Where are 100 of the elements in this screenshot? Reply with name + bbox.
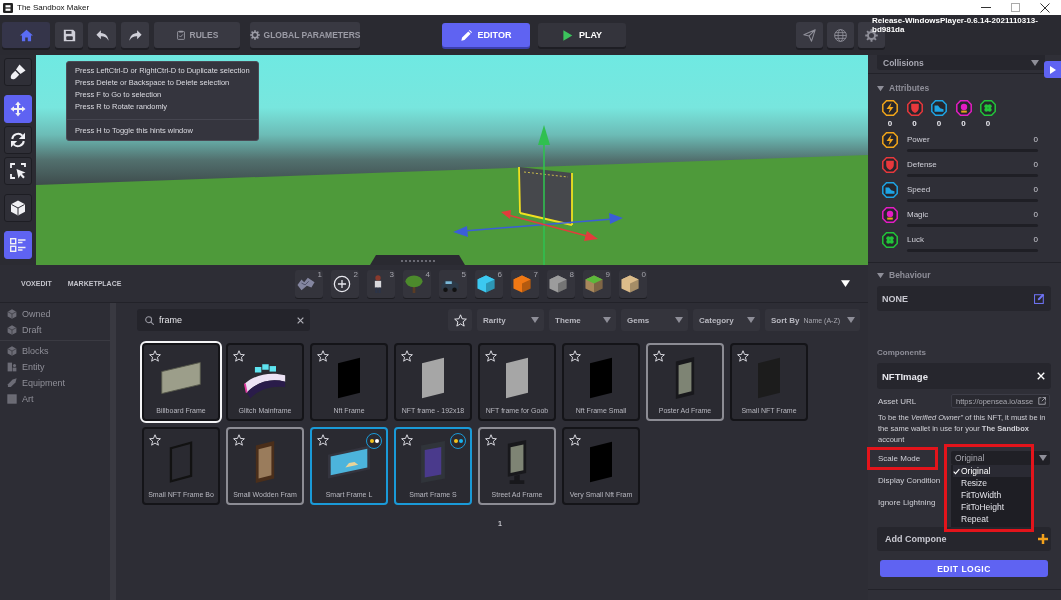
hotbar-slot[interactable]: 0 — [619, 269, 647, 298]
caret-down-icon — [1031, 58, 1039, 67]
attribute-value: 0 — [912, 119, 917, 129]
edit-icon[interactable] — [1034, 293, 1045, 304]
hotbar-slot[interactable]: 4 — [403, 269, 431, 298]
save-button[interactable] — [55, 22, 83, 48]
star-icon[interactable] — [233, 434, 245, 446]
attribute-value: 0 — [985, 119, 991, 129]
block-tool-button[interactable] — [4, 194, 32, 222]
star-icon[interactable] — [401, 350, 413, 362]
clipboard-check-icon — [175, 30, 186, 40]
dropdown-option[interactable]: Repeat — [953, 513, 1031, 525]
play-icon — [561, 29, 573, 41]
category-item[interactable]: Draft — [0, 322, 110, 338]
star-icon[interactable] — [569, 434, 581, 446]
paint-tool-button[interactable] — [4, 58, 32, 86]
hotbar-slot[interactable]: 6 — [475, 269, 503, 298]
favorites-filter-button[interactable] — [448, 309, 472, 331]
category-item[interactable]: Blocks — [0, 343, 110, 359]
star-icon[interactable] — [401, 434, 413, 446]
add-icon — [333, 274, 351, 293]
caret-down-icon — [847, 316, 855, 324]
filter-dropdown[interactable]: Category — [693, 309, 760, 331]
dropdown-option[interactable]: FitToWidth — [953, 489, 1031, 501]
paintbrush-icon — [10, 64, 26, 80]
attribute-value: 0 — [1033, 160, 1038, 169]
category-item[interactable]: Art — [0, 391, 110, 407]
hotbar-slot[interactable]: 7 — [511, 269, 539, 298]
filter-dropdown[interactable]: Gems — [621, 309, 688, 331]
tree-thumbnail — [405, 274, 423, 293]
caret-down-icon — [531, 316, 539, 324]
section-title: Attributes — [889, 83, 930, 93]
star-icon[interactable] — [317, 350, 329, 362]
caret-down-icon — [1039, 454, 1047, 462]
search-field[interactable]: frame — [137, 309, 310, 331]
close-icon[interactable] — [1040, 2, 1050, 13]
filter-dropdown[interactable]: Theme — [549, 309, 616, 331]
drag-handle[interactable] — [370, 255, 465, 265]
edit-logic-button[interactable]: EDIT LOGIC — [880, 560, 1048, 577]
move-arrows-icon — [10, 101, 26, 117]
hotbar-slot[interactable]: 5 — [439, 269, 467, 298]
rotate-tool-button[interactable] — [4, 126, 32, 154]
star-icon[interactable] — [233, 350, 245, 362]
play-tab[interactable]: PLAY — [538, 23, 626, 47]
select-tool-button[interactable] — [4, 157, 32, 185]
cube-icon — [10, 200, 26, 216]
star-icon[interactable] — [653, 350, 665, 362]
hotbar-slot[interactable]: 1 — [295, 269, 323, 298]
star-icon[interactable] — [149, 350, 161, 362]
section-title: Behaviour — [889, 270, 931, 280]
star-icon[interactable] — [569, 350, 581, 362]
hotbar-slot[interactable]: 8 — [547, 269, 575, 298]
attribute-name: Luck — [907, 235, 924, 244]
section-label: Components — [877, 347, 927, 359]
star-icon[interactable] — [485, 350, 497, 362]
external-link-icon[interactable] — [1038, 397, 1046, 405]
slot-number: 5 — [461, 270, 466, 279]
collisions-dropdown[interactable]: Collisions — [877, 55, 1045, 70]
rules-button[interactable]: RULES — [154, 22, 240, 48]
add-component-field[interactable]: Add Compone — [877, 527, 1051, 551]
sword-icon — [7, 378, 17, 388]
behaviour-field[interactable]: NONE — [877, 286, 1051, 311]
plus-icon[interactable] — [1038, 534, 1048, 544]
hotbar-slot[interactable]: 2 — [331, 269, 359, 298]
move-tool-button[interactable] — [4, 95, 32, 123]
field-label: Scale Mode — [878, 453, 922, 463]
slot-number: 7 — [533, 270, 538, 279]
send-button[interactable] — [796, 22, 823, 48]
home-button[interactable] — [2, 22, 50, 48]
dropdown-option[interactable]: FitToHeight — [953, 501, 1031, 513]
category-label: Draft — [22, 325, 42, 335]
clear-icon[interactable] — [297, 316, 304, 324]
hints-toggle-button[interactable] — [4, 231, 32, 259]
category-item[interactable]: Entity — [0, 359, 110, 375]
field-label: Display Condition — [878, 475, 942, 485]
category-label: Blocks — [22, 346, 49, 356]
star-icon[interactable] — [149, 434, 161, 446]
global-parameters-button[interactable]: GLOBAL PARAMETERS — [250, 22, 360, 48]
caret-down-icon[interactable] — [841, 279, 850, 288]
category-label: Entity — [22, 362, 45, 372]
star-icon[interactable] — [485, 434, 497, 446]
hotbar-slot[interactable]: 3 — [367, 269, 395, 298]
undo-button[interactable] — [88, 22, 116, 48]
hotbar-slot[interactable]: 9 — [583, 269, 611, 298]
expand-panel-button[interactable] — [1044, 61, 1061, 78]
component-name: NFTImage — [882, 370, 928, 382]
slot-number: 0 — [641, 270, 646, 279]
scale-mode-dropdown[interactable]: Original — [951, 451, 1050, 465]
editor-tab[interactable]: EDITOR — [442, 23, 530, 47]
dropdown-option[interactable]: Original — [953, 465, 1031, 477]
attribute-value: 0 — [887, 119, 893, 129]
redo-button[interactable] — [121, 22, 149, 48]
star-icon[interactable] — [737, 350, 749, 362]
star-icon[interactable] — [317, 434, 329, 446]
filter-dropdown[interactable]: Rarity — [477, 309, 544, 331]
dropdown-option[interactable]: Resize — [953, 477, 1031, 489]
category-item[interactable]: Equipment — [0, 375, 110, 391]
page-number[interactable]: 1 — [497, 519, 503, 528]
field-label: Ignore Lightning — [878, 497, 937, 507]
category-item[interactable]: Owned — [0, 306, 110, 322]
